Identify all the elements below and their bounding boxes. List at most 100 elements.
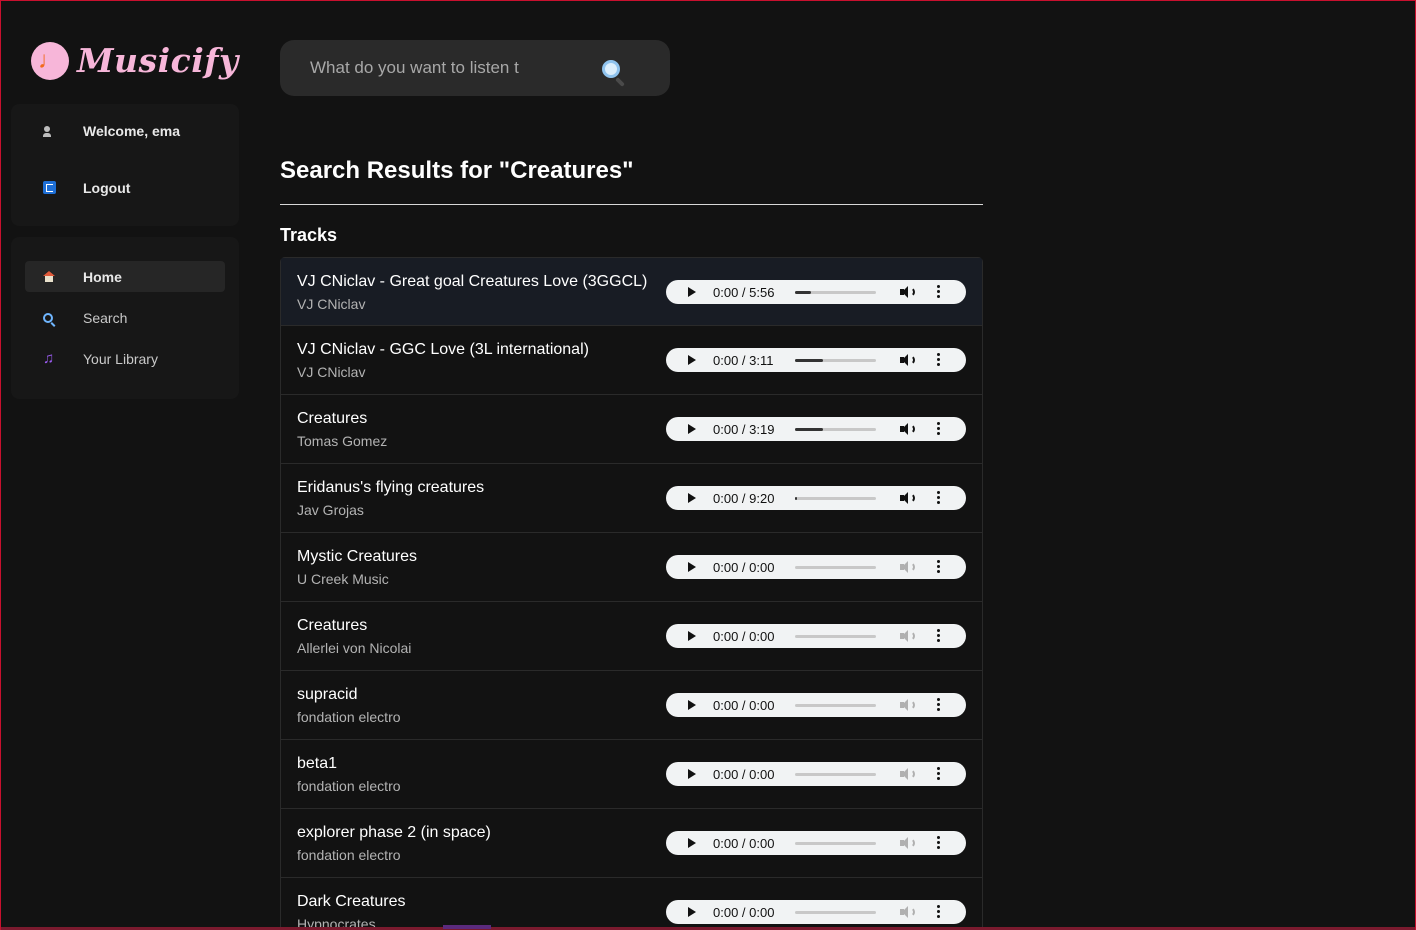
more-options-icon[interactable] [937,560,941,574]
volume-icon[interactable] [899,905,917,919]
welcome-text: Welcome, ema [83,122,181,139]
logo[interactable]: ♩ Musicify [31,41,239,80]
more-options-icon[interactable] [937,836,941,850]
seek-slider[interactable] [795,704,876,707]
play-icon[interactable] [688,424,696,434]
track-artist: Tomas Gomez [297,433,388,449]
play-icon[interactable] [688,631,696,641]
volume-icon[interactable] [899,353,917,367]
track-artist: Allerlei von Nicolai [297,640,412,656]
track-title: Creatures [297,410,368,427]
play-icon[interactable] [688,493,696,503]
welcome-row: Welcome, ema [25,115,225,146]
play-icon[interactable] [688,769,696,779]
seek-fill [795,428,824,431]
time-display: 0:00 / 9:20 [713,491,775,506]
more-options-icon[interactable] [937,629,941,643]
nav-item-label: Search [83,309,128,326]
track-title: supracid [297,686,358,703]
play-icon[interactable] [688,700,696,710]
more-options-icon[interactable] [937,285,941,299]
seek-slider[interactable] [795,566,876,569]
track-row[interactable]: VJ CNiclav - GGC Love (3L international)… [280,326,983,395]
volume-icon[interactable] [899,836,917,850]
seek-slider[interactable] [795,291,876,294]
track-row[interactable]: Creatures Tomas Gomez 0:00 / 3:19 [280,395,983,464]
play-icon[interactable] [688,907,696,917]
user-panel: Welcome, ema Logout [11,104,239,226]
time-display: 0:00 / 5:56 [713,285,775,300]
audio-player: 0:00 / 0:00 [666,762,966,786]
track-row[interactable]: Mystic Creatures U Creek Music 0:00 / 0:00 [280,533,983,602]
track-row[interactable]: supracid fondation electro 0:00 / 0:00 [280,671,983,740]
track-artist: VJ CNiclav [297,296,366,312]
audio-player: 0:00 / 9:20 [666,486,966,510]
volume-icon[interactable] [899,491,917,505]
track-artist: fondation electro [297,709,401,725]
more-options-icon[interactable] [937,698,941,712]
time-display: 0:00 / 0:00 [713,905,775,920]
play-icon[interactable] [688,562,696,572]
audio-player: 0:00 / 0:00 [666,624,966,648]
logo-text: Musicify [77,41,239,80]
nav-panel: Home Search ♫ Your Library [11,237,239,399]
nav-item-label: Your Library [83,350,158,367]
logout-icon [25,181,83,194]
nav-item-home[interactable]: Home [25,261,225,292]
seek-slider[interactable] [795,359,876,362]
logout-label: Logout [83,179,131,196]
nav-item-library[interactable]: ♫ Your Library [25,343,225,374]
seek-slider[interactable] [795,635,876,638]
seek-slider[interactable] [795,911,876,914]
audio-player: 0:00 / 0:00 [666,831,966,855]
track-artist: fondation electro [297,847,401,863]
play-icon[interactable] [688,838,696,848]
track-artist: VJ CNiclav [297,364,366,380]
track-row[interactable]: beta1 fondation electro 0:00 / 0:00 [280,740,983,809]
track-row[interactable]: Eridanus's flying creatures Jav Grojas 0:0… [280,464,983,533]
track-row[interactable]: VJ CNiclav - Great goal Creatures Love (… [280,257,983,326]
logout-button[interactable]: Logout [25,172,225,203]
track-artist: Jav Grojas [297,502,364,518]
more-options-icon[interactable] [937,491,941,505]
time-display: 0:00 / 0:00 [713,836,775,851]
more-options-icon[interactable] [937,905,941,919]
track-row[interactable]: Creatures Allerlei von Nicolai 0:00 / 0:00 [280,602,983,671]
time-display: 0:00 / 3:19 [713,422,775,437]
seek-slider[interactable] [795,428,876,431]
seek-slider[interactable] [795,842,876,845]
track-title: beta1 [297,755,338,772]
user-icon [25,125,83,137]
track-title: explorer phase 2 (in space) [297,824,491,841]
track-title: Eridanus's flying creatures [297,479,485,496]
track-row[interactable]: Dark Creatures Hypnocrates 0:00 / 0:00 [280,878,983,929]
volume-icon[interactable] [899,560,917,574]
audio-player: 0:00 / 0:00 [666,900,966,924]
seek-fill [795,359,824,362]
nav-item-search[interactable]: Search [25,302,225,333]
volume-icon[interactable] [899,285,917,299]
volume-icon[interactable] [899,422,917,436]
play-icon[interactable] [688,287,696,297]
more-options-icon[interactable] [937,353,941,367]
track-title: Dark Creatures [297,893,406,910]
seek-slider[interactable] [795,497,876,500]
audio-player: 0:00 / 0:00 [666,693,966,717]
volume-icon[interactable] [899,767,917,781]
track-list: VJ CNiclav - Great goal Creatures Love (… [280,257,983,929]
search-input[interactable] [310,58,546,78]
volume-icon[interactable] [899,629,917,643]
volume-icon[interactable] [899,698,917,712]
more-options-icon[interactable] [937,422,941,436]
search-button[interactable] [596,54,626,84]
music-note-icon: ♫ [43,350,55,367]
track-artist: U Creek Music [297,571,389,587]
scroll-indicator [443,925,491,929]
more-options-icon[interactable] [937,767,941,781]
track-title: VJ CNiclav - GGC Love (3L international) [297,341,589,358]
seek-slider[interactable] [795,773,876,776]
seek-fill [795,291,812,294]
play-icon[interactable] [688,355,696,365]
results-heading: Search Results for "Creatures" [280,157,634,184]
track-row[interactable]: explorer phase 2 (in space) fondation ele… [280,809,983,878]
